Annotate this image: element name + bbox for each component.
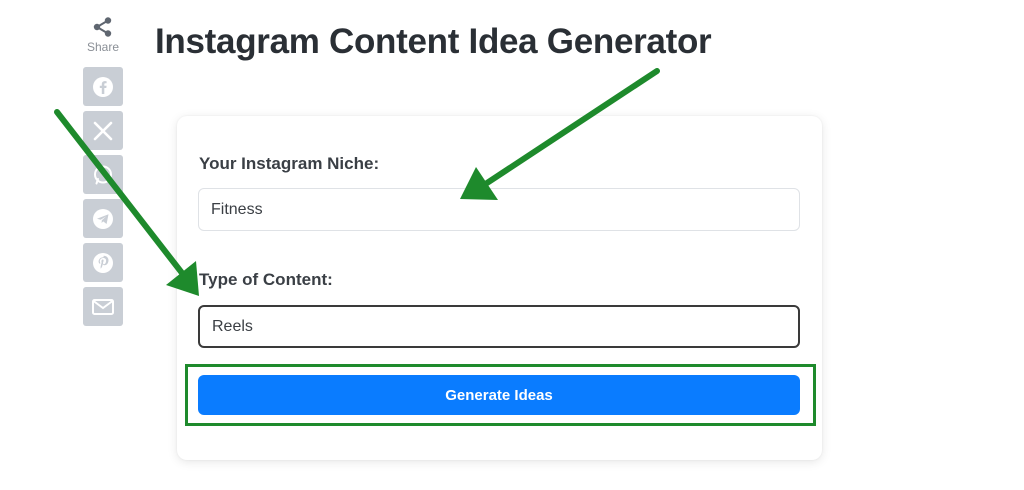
niche-input-value: Fitness [211, 200, 263, 218]
share-rail: Share [83, 16, 123, 326]
generate-ideas-button[interactable]: Generate Ideas [198, 375, 800, 415]
share-header[interactable]: Share [83, 16, 123, 54]
share-facebook-button[interactable] [83, 67, 123, 106]
telegram-icon [93, 208, 113, 229]
share-icon [93, 17, 112, 37]
whatsapp-icon [94, 165, 112, 184]
share-whatsapp-button[interactable] [83, 155, 123, 194]
share-email-button[interactable] [83, 287, 123, 326]
share-x-button[interactable] [83, 111, 123, 150]
x-icon [93, 121, 113, 140]
page-title: Instagram Content Idea Generator [155, 22, 712, 61]
share-telegram-button[interactable] [83, 199, 123, 238]
email-icon [92, 298, 114, 315]
niche-input[interactable]: Fitness [198, 188, 800, 231]
pinterest-icon [93, 252, 113, 273]
content-type-input[interactable]: Reels [198, 305, 800, 348]
share-label: Share [86, 40, 120, 54]
share-pinterest-button[interactable] [83, 243, 123, 282]
content-type-input-value: Reels [212, 317, 253, 335]
content-type-label: Type of Content: [199, 270, 333, 289]
facebook-icon [93, 76, 113, 97]
niche-label: Your Instagram Niche: [199, 154, 380, 173]
idea-generator-form: Your Instagram Niche: Fitness Type of Co… [177, 116, 822, 460]
